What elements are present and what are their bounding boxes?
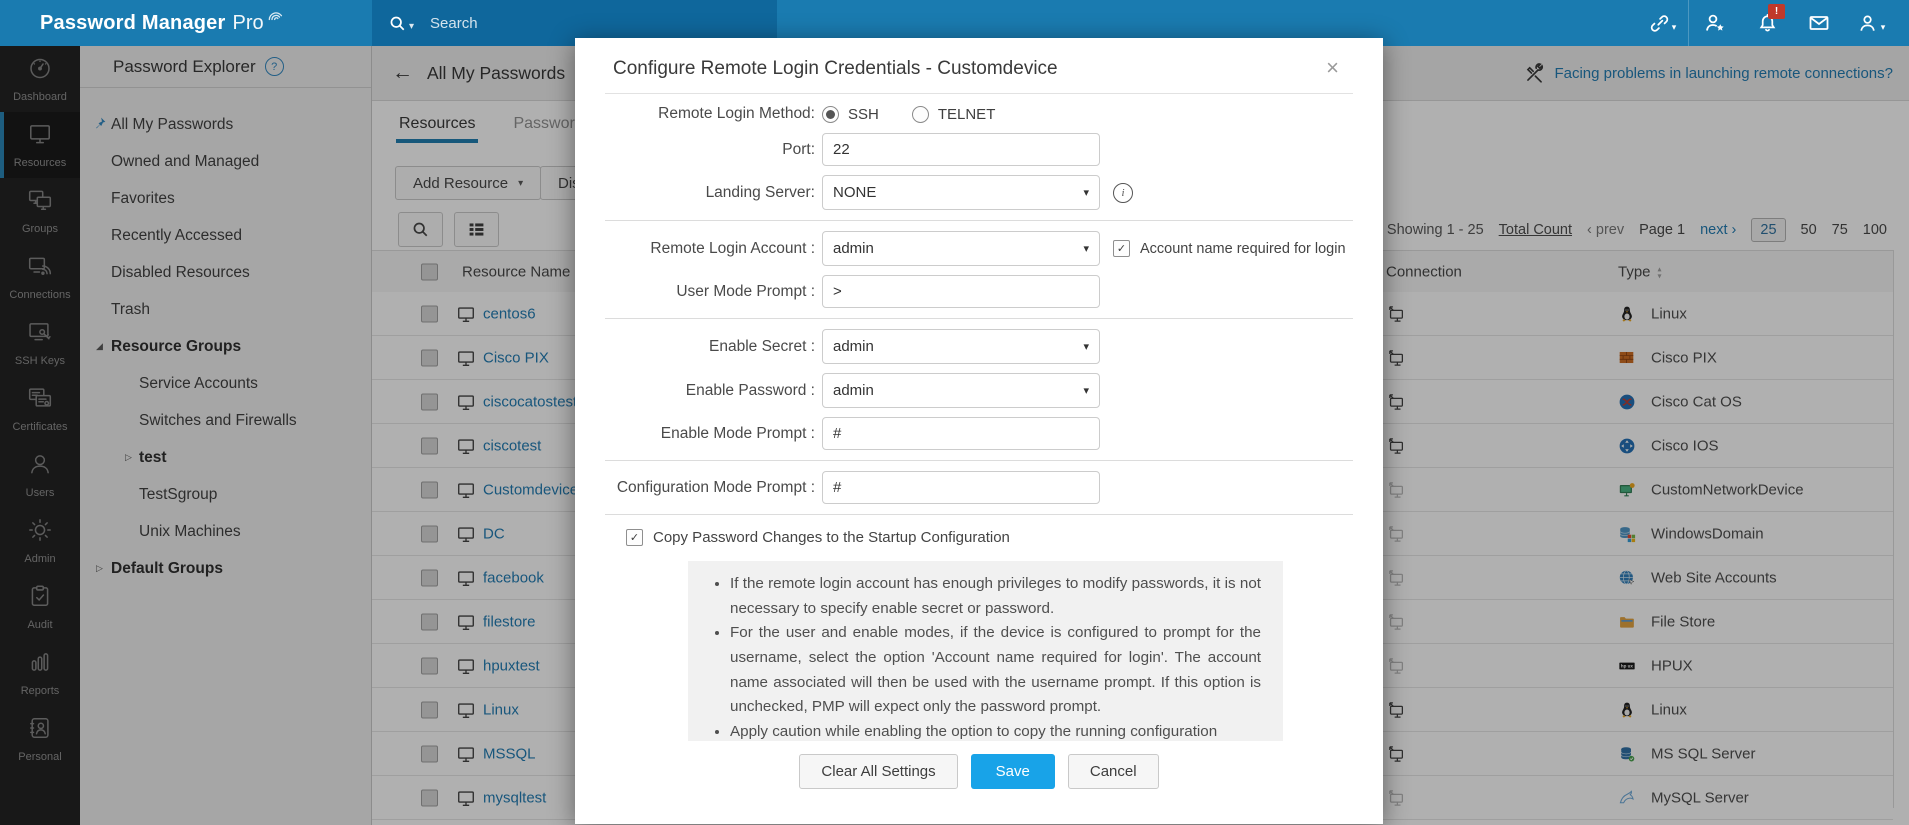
- user-mode-prompt-input[interactable]: [822, 275, 1100, 308]
- remote-login-account-label: Remote Login Account :: [575, 240, 822, 258]
- remote-login-method-label: Remote Login Method:: [575, 105, 822, 123]
- remote-login-account-row: Remote Login Account : admin ▾ ✓ Account…: [575, 231, 1383, 266]
- enable-mode-prompt-label: Enable Mode Prompt :: [575, 425, 822, 443]
- info-icon[interactable]: i: [1113, 183, 1133, 203]
- account-name-required-checkbox[interactable]: ✓: [1113, 240, 1130, 257]
- notification-badge: !: [1768, 4, 1785, 19]
- account-name-required-label: Account name required for login: [1140, 241, 1346, 257]
- section-divider: [605, 318, 1353, 319]
- link-caret-icon: ▾: [1672, 22, 1677, 33]
- save-button[interactable]: Save: [971, 754, 1055, 789]
- notes-list: If the remote login account has enough p…: [708, 572, 1261, 741]
- remote-login-method-options: SSH TELNET: [822, 106, 995, 123]
- configuration-mode-prompt-label: Configuration Mode Prompt :: [575, 479, 822, 497]
- close-icon[interactable]: ×: [1326, 58, 1339, 78]
- enable-password-select[interactable]: admin ▾: [822, 373, 1100, 408]
- user-mode-prompt-label: User Mode Prompt :: [575, 283, 822, 301]
- admin-requests-button[interactable]: [1688, 0, 1741, 46]
- configure-remote-login-dialog: Configure Remote Login Credentials - Cus…: [575, 38, 1383, 824]
- cancel-button[interactable]: Cancel: [1068, 754, 1159, 789]
- note-item: If the remote login account has enough p…: [730, 572, 1261, 621]
- enable-secret-select[interactable]: admin ▾: [822, 329, 1100, 364]
- topbar-actions: ▾ !: [1636, 0, 1897, 46]
- app-window: Password Manager Pro ▾ Search ▾: [0, 0, 1909, 825]
- modal-header: Configure Remote Login Credentials - Cus…: [575, 38, 1383, 80]
- enable-mode-prompt-input[interactable]: [822, 417, 1100, 450]
- section-divider: [605, 460, 1353, 461]
- modal-title: Configure Remote Login Credentials - Cus…: [613, 58, 1326, 80]
- copy-password-changes-label: Copy Password Changes to the Startup Con…: [653, 529, 1010, 546]
- remote-login-method-row: Remote Login Method: SSH TELNET: [575, 105, 1383, 123]
- landing-server-row: Landing Server: NONE ▾ i: [575, 175, 1383, 210]
- notes-box: If the remote login account has enough p…: [688, 561, 1283, 741]
- user-menu-button[interactable]: ▾: [1845, 0, 1897, 46]
- configuration-mode-prompt-input[interactable]: [822, 471, 1100, 504]
- port-input[interactable]: [822, 133, 1100, 166]
- ssh-radio[interactable]: [822, 106, 839, 123]
- user-star-icon: [1703, 11, 1727, 35]
- note-item: Apply caution while enabling the option …: [730, 720, 1261, 741]
- remote-login-account-select[interactable]: admin ▾: [822, 231, 1100, 266]
- logo-text-light: Pro: [233, 12, 264, 35]
- landing-server-select[interactable]: NONE ▾: [822, 175, 1100, 210]
- section-divider: [605, 514, 1353, 515]
- copy-password-changes-checkbox[interactable]: ✓: [626, 529, 643, 546]
- user-icon: [1857, 12, 1880, 35]
- configuration-mode-prompt-row: Configuration Mode Prompt :: [575, 471, 1383, 504]
- select-caret-icon: ▾: [1083, 186, 1089, 199]
- port-row: Port:: [575, 133, 1383, 166]
- telnet-radio[interactable]: [912, 106, 929, 123]
- modal-body: Remote Login Method: SSH TELNET Port: La…: [575, 94, 1383, 789]
- search-scope-caret-icon[interactable]: ▾: [409, 21, 414, 32]
- notifications-button[interactable]: !: [1741, 0, 1793, 46]
- enable-secret-label: Enable Secret :: [575, 338, 822, 356]
- account-name-required-option: ✓ Account name required for login: [1113, 240, 1346, 257]
- user-mode-prompt-row: User Mode Prompt :: [575, 275, 1383, 308]
- clear-all-settings-button[interactable]: Clear All Settings: [799, 754, 957, 789]
- select-caret-icon: ▾: [1083, 340, 1089, 353]
- modal-buttons: Clear All Settings Save Cancel: [575, 754, 1383, 789]
- link-icon: [1648, 12, 1671, 35]
- messages-button[interactable]: [1793, 0, 1845, 46]
- landing-server-label: Landing Server:: [575, 184, 822, 202]
- select-caret-icon: ▾: [1083, 242, 1089, 255]
- search-icon: [388, 14, 407, 33]
- enable-secret-row: Enable Secret : admin ▾: [575, 329, 1383, 364]
- enable-mode-prompt-row: Enable Mode Prompt :: [575, 417, 1383, 450]
- quick-connect-button[interactable]: ▾: [1636, 0, 1688, 46]
- copy-password-changes-option: ✓ Copy Password Changes to the Startup C…: [626, 527, 1383, 547]
- app-logo: Password Manager Pro: [40, 0, 286, 46]
- note-item: For the user and enable modes, if the de…: [730, 621, 1261, 720]
- search-placeholder: Search: [430, 15, 478, 32]
- enable-password-label: Enable Password :: [575, 382, 822, 400]
- select-caret-icon: ▾: [1083, 384, 1089, 397]
- logo-swirl-icon: [266, 7, 286, 27]
- port-label: Port:: [575, 141, 822, 159]
- logo-text-bold: Password Manager: [40, 12, 226, 35]
- mail-icon: [1807, 11, 1831, 35]
- user-menu-caret-icon: ▾: [1881, 22, 1886, 33]
- enable-password-row: Enable Password : admin ▾: [575, 373, 1383, 408]
- section-divider: [605, 220, 1353, 221]
